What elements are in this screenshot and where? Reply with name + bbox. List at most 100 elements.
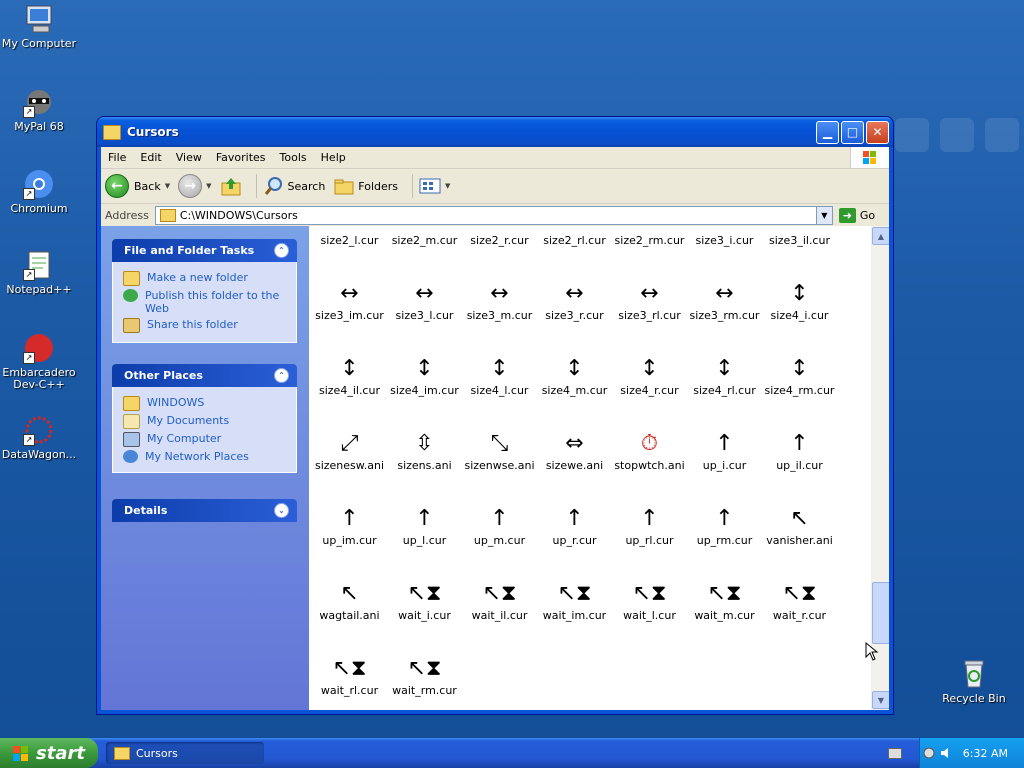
file-item[interactable]: ↔ size3_rl.cur bbox=[612, 279, 687, 323]
maximize-button[interactable]: □ bbox=[841, 120, 864, 144]
up-button[interactable] bbox=[220, 175, 242, 197]
tray-tool-icon[interactable] bbox=[922, 746, 936, 760]
file-item[interactable]: ↔size3_il.cur bbox=[762, 226, 837, 247]
desktop-icon-my-computer[interactable]: My Computer bbox=[0, 3, 78, 50]
menu-view[interactable]: View bbox=[169, 151, 209, 164]
file-item[interactable]: ↕ size4_il.cur bbox=[312, 354, 387, 398]
desktop-icon-devcpp[interactable]: ↗ Embarcadero Dev-C++ bbox=[0, 332, 78, 391]
dropdown-arrow-icon[interactable]: ▼ bbox=[445, 182, 450, 190]
menu-file[interactable]: File bbox=[101, 151, 133, 164]
taskbar-item-cursors[interactable]: Cursors bbox=[106, 742, 264, 764]
file-item[interactable]: ↕ size4_rl.cur bbox=[687, 354, 762, 398]
file-item[interactable]: ⤡size2_rm.cur bbox=[612, 226, 687, 247]
file-folder-tasks-header[interactable]: File and Folder Tasks ⌃ bbox=[112, 239, 297, 262]
place-my-documents[interactable]: My Documents bbox=[123, 414, 286, 429]
close-button[interactable]: ✕ bbox=[866, 120, 889, 144]
forward-button[interactable]: → ▼ bbox=[178, 174, 212, 198]
file-item[interactable]: ↕ size4_im.cur bbox=[387, 354, 462, 398]
start-button[interactable]: start bbox=[0, 738, 98, 768]
file-item[interactable]: ↑ up_rm.cur bbox=[687, 504, 762, 548]
minimize-button[interactable]: ▁ bbox=[816, 120, 839, 144]
address-input[interactable]: C:\WINDOWS\Cursors bbox=[154, 205, 817, 225]
clock[interactable]: 6:32 AM bbox=[963, 747, 1008, 760]
file-item[interactable]: ↔ size3_l.cur bbox=[387, 279, 462, 323]
file-item[interactable]: ↖⧗ wait_im.cur bbox=[537, 579, 612, 623]
title-bar[interactable]: Cursors ▁ □ ✕ bbox=[97, 117, 893, 147]
file-item[interactable]: ↑ up_im.cur bbox=[312, 504, 387, 548]
views-button[interactable]: ▼ bbox=[419, 177, 450, 195]
file-item[interactable]: ↔size3_i.cur bbox=[687, 226, 762, 247]
menu-edit[interactable]: Edit bbox=[133, 151, 168, 164]
other-places-header[interactable]: Other Places ⌃ bbox=[112, 364, 297, 387]
file-item[interactable]: ↕ size4_r.cur bbox=[612, 354, 687, 398]
file-item[interactable]: ↔ size3_m.cur bbox=[462, 279, 537, 323]
details-header[interactable]: Details ⌄ bbox=[112, 499, 297, 522]
file-item[interactable]: ↑ up_r.cur bbox=[537, 504, 612, 548]
keyboard-layout-icon[interactable] bbox=[888, 748, 902, 759]
place-my-computer[interactable]: My Computer bbox=[123, 432, 286, 447]
menu-tools[interactable]: Tools bbox=[273, 151, 314, 164]
folder-icon bbox=[103, 124, 121, 140]
file-item[interactable]: ↑ up_il.cur bbox=[762, 429, 837, 473]
go-button[interactable]: ➜ Go bbox=[838, 207, 875, 223]
menu-help[interactable]: Help bbox=[314, 151, 353, 164]
dropdown-arrow-icon[interactable]: ▼ bbox=[165, 182, 170, 190]
file-item[interactable]: ↖⧗ wait_il.cur bbox=[462, 579, 537, 623]
file-item[interactable]: ↖⧗ wait_l.cur bbox=[612, 579, 687, 623]
scroll-down-button[interactable]: ▼ bbox=[872, 691, 889, 709]
publish-web-link[interactable]: Publish this folder to the Web bbox=[123, 289, 286, 315]
file-item[interactable]: ↑ up_m.cur bbox=[462, 504, 537, 548]
address-dropdown-button[interactable]: ▼ bbox=[816, 205, 833, 225]
file-item[interactable]: ↖⧗ wait_i.cur bbox=[387, 579, 462, 623]
file-item[interactable]: ↑ up_l.cur bbox=[387, 504, 462, 548]
desktop-icon-datawagon[interactable]: ↗ DataWagon... bbox=[0, 414, 78, 461]
collapse-chevron-icon[interactable]: ⌃ bbox=[274, 368, 289, 383]
menu-favorites[interactable]: Favorites bbox=[209, 151, 273, 164]
file-item[interactable]: ↔ size3_im.cur bbox=[312, 279, 387, 323]
file-item[interactable]: ⇔ sizewe.ani bbox=[537, 429, 612, 473]
file-item[interactable]: ↕ size4_i.cur bbox=[762, 279, 837, 323]
file-item[interactable]: ⤢ sizenesw.ani bbox=[312, 429, 387, 473]
make-new-folder-link[interactable]: Make a new folder bbox=[123, 271, 286, 286]
file-item[interactable]: ↑ up_rl.cur bbox=[612, 504, 687, 548]
file-item[interactable]: ↕ size4_l.cur bbox=[462, 354, 537, 398]
file-item[interactable]: ↔ size3_rm.cur bbox=[687, 279, 762, 323]
expand-chevron-icon[interactable]: ⌄ bbox=[274, 503, 289, 518]
place-my-network[interactable]: My Network Places bbox=[123, 450, 286, 463]
back-button[interactable]: ← Back ▼ bbox=[105, 174, 170, 198]
file-item[interactable]: ↕ size4_m.cur bbox=[537, 354, 612, 398]
place-windows[interactable]: WINDOWS bbox=[123, 396, 286, 411]
file-item[interactable]: ↕ size4_rm.cur bbox=[762, 354, 837, 398]
dropdown-arrow-icon[interactable]: ▼ bbox=[206, 182, 211, 190]
scrollbar-thumb[interactable] bbox=[872, 582, 889, 644]
file-item[interactable]: ↖ wagtail.ani bbox=[312, 579, 387, 623]
file-item[interactable]: ↖⧗ wait_rl.cur bbox=[312, 654, 387, 698]
file-item[interactable]: ⏱ stopwtch.ani bbox=[612, 429, 687, 473]
file-item[interactable]: ⇳ sizens.ani bbox=[387, 429, 462, 473]
file-item[interactable]: ↖⧗ wait_m.cur bbox=[687, 579, 762, 623]
folders-button[interactable]: Folders bbox=[333, 175, 398, 197]
share-folder-link[interactable]: Share this folder bbox=[123, 318, 286, 333]
file-item[interactable]: ⤡size2_l.cur bbox=[312, 226, 387, 247]
file-item[interactable]: ⤡ sizenwse.ani bbox=[462, 429, 537, 473]
volume-icon[interactable] bbox=[939, 746, 953, 760]
details-panel: Details ⌄ bbox=[112, 499, 297, 522]
scroll-up-button[interactable]: ▲ bbox=[872, 227, 889, 245]
stopwatch-icon: ⏱ bbox=[640, 431, 659, 456]
file-item[interactable]: ↔ size3_r.cur bbox=[537, 279, 612, 323]
search-button[interactable]: Search bbox=[263, 175, 325, 197]
file-item[interactable]: ↖⧗ wait_r.cur bbox=[762, 579, 837, 623]
file-item[interactable]: ⤡size2_rl.cur bbox=[537, 226, 612, 247]
file-item[interactable]: ↖ vanisher.ani bbox=[762, 504, 837, 548]
collapse-chevron-icon[interactable]: ⌃ bbox=[274, 243, 289, 258]
file-item[interactable]: ↖⧗ wait_rm.cur bbox=[387, 654, 462, 698]
file-item[interactable]: ⤡size2_r.cur bbox=[462, 226, 537, 247]
desktop-icon-chromium[interactable]: ↗ Chromium bbox=[0, 168, 78, 215]
desktop-icon-recycle-bin[interactable]: Recycle Bin bbox=[935, 658, 1013, 705]
file-item[interactable]: ↑ up_i.cur bbox=[687, 429, 762, 473]
file-item[interactable]: ⤡size2_m.cur bbox=[387, 226, 462, 247]
desktop-icon-notepadpp[interactable]: ↗ Notepad++ bbox=[0, 249, 78, 296]
vertical-scrollbar[interactable]: ▲ ▼ bbox=[871, 226, 889, 710]
desktop-icon-mypal[interactable]: ↗ MyPal 68 bbox=[0, 86, 78, 133]
file-name: size3_i.cur bbox=[695, 234, 754, 247]
